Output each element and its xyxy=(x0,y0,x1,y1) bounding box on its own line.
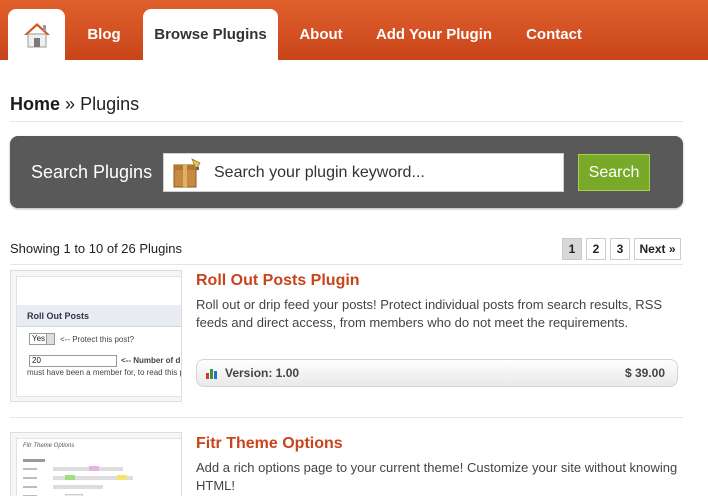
thumbnail-line xyxy=(23,477,37,479)
plugin-version: Version: 1.00 xyxy=(205,366,299,380)
nav-about[interactable]: About xyxy=(290,9,352,60)
page-2-button[interactable]: 2 xyxy=(586,238,606,260)
divider xyxy=(10,121,683,122)
thumbnail-swatch xyxy=(89,466,99,471)
plugin-version-text: Version: 1.00 xyxy=(225,366,300,380)
results-summary: Showing 1 to 10 of 26 Plugins xyxy=(10,241,183,256)
plugin-thumbnail[interactable]: Roll Out Posts Yes <-- Protect this post… xyxy=(10,270,182,402)
thumbnail-line xyxy=(23,459,45,462)
house-icon xyxy=(23,22,50,47)
thumbnail-number-hint: <-- Number of d xyxy=(121,356,181,365)
search-panel: Search Plugins Search xyxy=(10,136,683,208)
thumbnail-screenshot: Roll Out Posts Yes <-- Protect this post… xyxy=(16,276,182,397)
bar-chart-icon xyxy=(206,369,217,379)
divider xyxy=(10,264,683,265)
search-label: Search Plugins xyxy=(31,162,153,182)
nav-add-your-plugin[interactable]: Add Your Plugin xyxy=(366,9,502,60)
divider xyxy=(10,417,683,418)
breadcrumb-separator: » xyxy=(65,94,76,114)
plugin-description: Add a rich options page to your current … xyxy=(196,460,678,493)
thumbnail-swatch xyxy=(65,475,75,480)
plugin-price: $ 39.00 xyxy=(624,366,665,380)
thumbnail-select-hint: <-- Protect this post? xyxy=(60,335,135,344)
search-button[interactable]: Search xyxy=(578,154,650,191)
breadcrumb-current: Plugins xyxy=(80,94,140,114)
nav-browse-plugins[interactable]: Browse Plugins xyxy=(143,9,278,60)
plugin-box-icon xyxy=(173,157,201,187)
plugin-meta-bar: Version: 1.00 $ 39.00 xyxy=(196,359,678,387)
top-navigation: Blog Browse Plugins About Add Your Plugi… xyxy=(0,0,708,60)
thumbnail-heading: Fitr Theme Options xyxy=(23,443,75,449)
thumbnail-line xyxy=(23,486,37,488)
thumbnail-footer-text: must have been a member for, to read thi… xyxy=(27,368,182,377)
page-1-button[interactable]: 1 xyxy=(562,238,582,260)
search-input[interactable] xyxy=(214,157,554,188)
search-field[interactable] xyxy=(163,153,564,192)
thumbnail-screenshot: Fitr Theme Options xyxy=(16,438,181,496)
nav-blog[interactable]: Blog xyxy=(74,9,134,60)
thumbnail-number-input: 20 xyxy=(29,355,117,367)
plugin-title-link[interactable]: Fitr Theme Options xyxy=(196,435,343,453)
nav-home-tab[interactable] xyxy=(8,9,65,60)
thumbnail-line xyxy=(23,468,37,470)
thumbnail-swatch xyxy=(117,475,127,480)
thumbnail-line xyxy=(53,467,123,471)
breadcrumb: Home » Plugins xyxy=(10,94,139,115)
thumbnail-line xyxy=(53,485,103,489)
plugin-thumbnail[interactable]: Fitr Theme Options xyxy=(10,432,182,496)
plugin-description: Roll out or drip feed your posts! Protec… xyxy=(196,297,663,330)
next-page-button[interactable]: Next » xyxy=(634,238,681,260)
thumbnail-heading: Roll Out Posts xyxy=(27,311,90,321)
breadcrumb-home-link[interactable]: Home xyxy=(10,94,60,114)
plugin-title-link[interactable]: Roll Out Posts Plugin xyxy=(196,272,360,290)
chevron-down-icon xyxy=(46,334,54,344)
nav-contact[interactable]: Contact xyxy=(516,9,592,60)
page-3-button[interactable]: 3 xyxy=(610,238,630,260)
